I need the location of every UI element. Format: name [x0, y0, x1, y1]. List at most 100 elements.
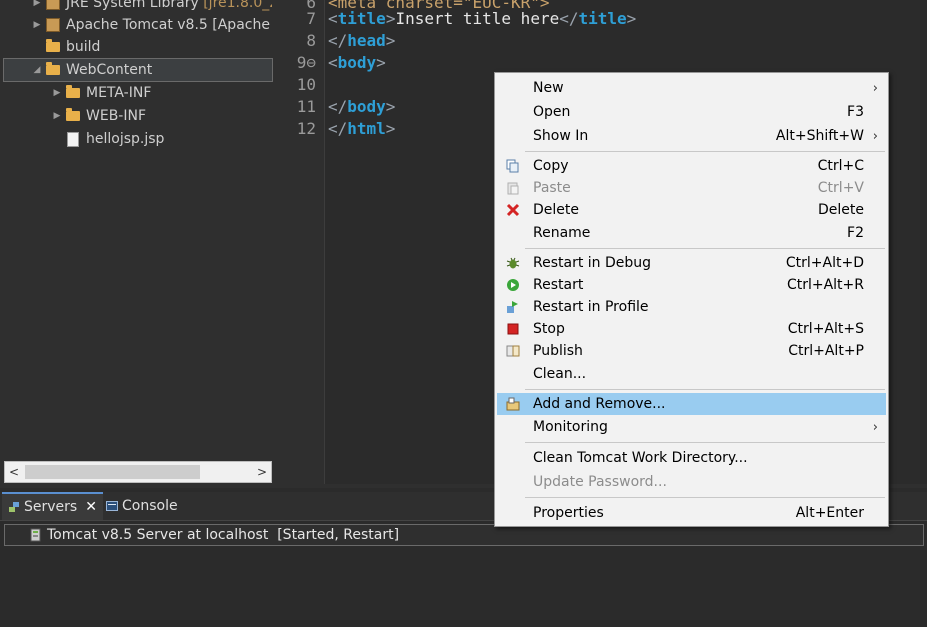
jsp-file-icon — [64, 131, 82, 147]
menu-item-label: Restart in Debug — [533, 255, 652, 271]
menu-item-paste[interactable]: Paste Ctrl+V — [497, 177, 886, 199]
menu-item-stop[interactable]: Stop Ctrl+Alt+S — [497, 318, 886, 340]
tree-item-meta-inf[interactable]: ▶ META-INF — [4, 82, 272, 104]
server-row[interactable]: Tomcat v8.5 Server at localhost [Started… — [4, 524, 924, 546]
tree-item-label: Apache Tomcat v8.5 [Apache T — [66, 17, 272, 33]
menu-item-new[interactable]: New › — [497, 77, 886, 99]
menu-item-shortcut: Ctrl+V — [817, 180, 864, 196]
tree-item-webcontent[interactable]: ◢ WebContent — [3, 58, 273, 82]
menu-item-shortcut: Alt+Enter — [795, 505, 864, 521]
close-icon[interactable]: ✕ — [85, 499, 97, 515]
tab-label: Servers — [24, 499, 78, 515]
tree-item-label: WebContent — [66, 62, 153, 78]
bracket: < — [328, 9, 338, 28]
tag-name: html — [347, 119, 386, 138]
code-line: <title>Insert title here</title> — [328, 8, 636, 30]
menu-item-shortcut: F2 — [847, 225, 864, 241]
tree-item-label: WEB-INF — [86, 108, 146, 124]
scrollbar-thumb[interactable] — [25, 465, 200, 479]
tree-item-build[interactable]: build — [4, 36, 272, 58]
menu-item-clean[interactable]: Clean... — [497, 363, 886, 385]
context-menu: New › Open F3 Show In Alt+Shift+W › Copy… — [494, 72, 889, 527]
menu-item-rename[interactable]: Rename F2 — [497, 222, 886, 244]
line-number: 12 — [296, 119, 316, 138]
tomcat-server-icon — [30, 528, 41, 542]
menu-item-monitoring[interactable]: Monitoring › — [497, 416, 886, 438]
line-number: 10 — [296, 75, 316, 94]
bracket: > — [385, 9, 396, 28]
menu-item-delete[interactable]: Delete Delete — [497, 199, 886, 221]
menu-item-label: Restart in Profile — [533, 299, 649, 315]
menu-item-label: Clean... — [533, 366, 587, 382]
expand-arrow-icon[interactable]: ▶ — [50, 111, 64, 121]
tag-name: body — [337, 53, 377, 72]
library-icon — [44, 17, 62, 33]
console-icon — [106, 501, 118, 511]
line-number: 7 — [306, 9, 316, 28]
menu-item-copy[interactable]: Copy Ctrl+C — [497, 155, 886, 177]
expand-arrow-icon[interactable]: ▶ — [30, 20, 44, 30]
bracket: </ — [328, 31, 348, 50]
menu-item-restart[interactable]: Restart Ctrl+Alt+R — [497, 274, 886, 296]
menu-separator — [525, 497, 885, 498]
scroll-right-icon[interactable]: > — [253, 462, 271, 482]
tag-name: title — [337, 9, 386, 28]
menu-separator — [525, 442, 885, 443]
tab-servers[interactable]: Servers ✕ — [2, 492, 103, 520]
line-number: 9⊖ — [296, 53, 316, 72]
copy-icon — [505, 158, 521, 174]
bracket: > — [385, 97, 396, 116]
scroll-left-icon[interactable]: < — [5, 462, 23, 482]
code-line: </body> — [328, 96, 395, 118]
menu-item-add-and-remove[interactable]: Add and Remove... — [497, 393, 886, 415]
menu-item-publish[interactable]: Publish Ctrl+Alt+P — [497, 340, 886, 362]
menu-item-label: Delete — [533, 202, 579, 218]
tree-item-jre-library[interactable]: ▶ JRE System Library [jre1.8.0_24 — [4, 0, 272, 14]
menu-item-label: Monitoring — [533, 419, 608, 435]
bracket: </ — [559, 9, 579, 28]
tree-item-suffix: [jre1.8.0_24 — [203, 0, 272, 11]
menu-item-shortcut: Alt+Shift+W — [775, 128, 864, 144]
tag-name: body — [347, 97, 386, 116]
menu-item-properties[interactable]: Properties Alt+Enter — [497, 502, 886, 524]
submenu-arrow-icon: › — [872, 419, 878, 435]
stop-icon — [505, 321, 521, 337]
tree-item-label: build — [66, 39, 101, 55]
code-line: </html> — [328, 118, 395, 140]
collapse-arrow-icon[interactable]: ◢ — [30, 65, 44, 75]
menu-item-shortcut: Ctrl+Alt+P — [788, 343, 864, 359]
menu-item-open[interactable]: Open F3 — [497, 101, 886, 123]
code-line: </head> — [328, 30, 395, 52]
bracket: > — [385, 31, 396, 50]
menu-item-label: Paste — [533, 180, 571, 196]
folder-open-icon — [44, 62, 62, 78]
library-icon — [44, 0, 62, 11]
expand-arrow-icon[interactable]: ▶ — [50, 88, 64, 98]
tree-item-web-inf[interactable]: ▶ WEB-INF — [4, 105, 272, 127]
delete-icon — [505, 202, 521, 218]
menu-item-label: Copy — [533, 158, 569, 174]
bracket: > — [376, 53, 386, 72]
menu-item-shortcut: Ctrl+Alt+R — [786, 277, 864, 293]
menu-separator — [525, 151, 885, 152]
expand-arrow-icon[interactable]: ▶ — [30, 0, 44, 8]
tab-console[interactable]: Console — [100, 492, 184, 520]
bracket: > — [626, 9, 637, 28]
menu-item-clean-tomcat-work-directory[interactable]: Clean Tomcat Work Directory... — [497, 447, 886, 469]
menu-item-label: New — [533, 80, 564, 96]
menu-item-label: Properties — [533, 505, 604, 521]
tag-text: Insert title here — [395, 9, 560, 28]
menu-item-restart-profile[interactable]: Restart in Profile — [497, 296, 886, 318]
menu-item-restart-debug[interactable]: Restart in Debug Ctrl+Alt+D — [497, 252, 886, 274]
menu-item-shortcut: Delete — [818, 202, 864, 218]
tree-item-hellojsp[interactable]: hellojsp.jsp — [4, 128, 272, 150]
tag-name: head — [347, 31, 386, 50]
menu-item-update-password[interactable]: Update Password... — [497, 471, 886, 493]
tree-item-tomcat-library[interactable]: ▶ Apache Tomcat v8.5 [Apache T — [4, 14, 272, 36]
menu-item-label: Add and Remove... — [533, 396, 666, 412]
bracket: < — [328, 53, 338, 72]
menu-item-show-in[interactable]: Show In Alt+Shift+W › — [497, 125, 886, 147]
server-status-label: Tomcat v8.5 Server at localhost [Started… — [47, 527, 400, 543]
horizontal-scrollbar[interactable]: < > — [4, 461, 272, 483]
code-line: <body> — [328, 52, 386, 74]
